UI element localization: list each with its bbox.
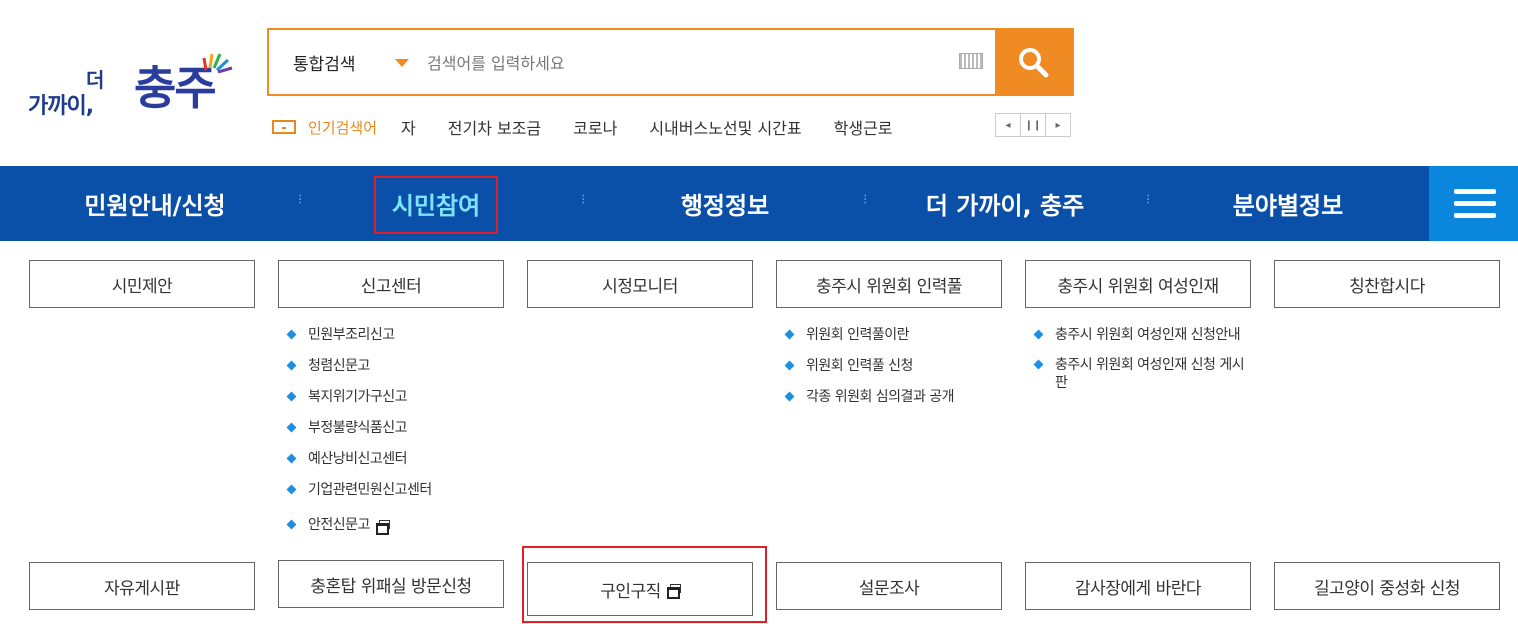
- submenu-cat-neutering[interactable]: 길고양이 중성화 신청: [1274, 562, 1500, 610]
- nav-item-admin[interactable]: 행정정보: [610, 166, 840, 241]
- submenu-report-center[interactable]: 신고센터: [278, 260, 504, 308]
- list-item[interactable]: 민원부조리신고: [286, 326, 506, 344]
- nav-separator: ⁝: [298, 192, 303, 208]
- committee-women-list: 충주시 위원회 여성인재 신청안내 충주시 위원회 여성인재 신청 게시판: [1033, 326, 1245, 405]
- search-button[interactable]: [995, 30, 1072, 94]
- popular-keywords: 인기검색어 자 전기차 보조금 코로나 시내버스노선및 시간표 학생근로: [272, 114, 925, 140]
- active-highlight: [374, 176, 498, 234]
- list-item[interactable]: 충주시 위원회 여성인재 신청 게시판: [1033, 356, 1245, 392]
- bullet-icon: [784, 329, 795, 340]
- report-center-list: 민원부조리신고 청렴신문고 복지위기가구신고 부정불량식품신고 예산낭비신고센터…: [286, 326, 506, 547]
- list-item[interactable]: 복지위기가구신고: [286, 388, 506, 406]
- list-item[interactable]: 충주시 위원회 여성인재 신청안내: [1033, 326, 1245, 344]
- nav-separator: ⁝: [1146, 192, 1151, 208]
- jobs-highlight: [522, 546, 767, 623]
- prev-icon[interactable]: ◂: [996, 114, 1021, 136]
- bullet-icon: [286, 484, 297, 495]
- search-input[interactable]: [427, 46, 947, 80]
- popular-keyword[interactable]: 코로나: [573, 115, 617, 139]
- pause-icon[interactable]: ❙❙: [1021, 114, 1046, 136]
- submenu-monitor[interactable]: 시정모니터: [527, 260, 753, 308]
- list-item[interactable]: 각종 위원회 심의결과 공개: [784, 388, 1004, 406]
- popular-keyword[interactable]: 학생근로: [834, 115, 893, 139]
- bullet-icon: [784, 360, 795, 371]
- bullet-icon: [784, 391, 795, 402]
- nav-separator: ⁝: [581, 192, 586, 208]
- bullet-icon: [286, 453, 297, 464]
- nav-separator: ⁝: [863, 192, 868, 208]
- submenu-survey[interactable]: 설문조사: [776, 562, 1002, 610]
- popular-keyword[interactable]: 시내버스노선및 시간표: [649, 115, 801, 139]
- list-item[interactable]: 예산낭비신고센터: [286, 450, 506, 468]
- bullet-icon: [286, 360, 297, 371]
- list-item[interactable]: 청렴신문고: [286, 357, 506, 375]
- popular-tag-icon: [272, 120, 296, 134]
- list-item[interactable]: 위원회 인력풀이란: [784, 326, 1004, 344]
- bullet-icon: [286, 519, 297, 530]
- site-logo[interactable]: 가까이, 더 충주: [28, 40, 233, 130]
- bullet-icon: [286, 329, 297, 340]
- submenu-free-board[interactable]: 자유게시판: [29, 562, 255, 610]
- search-icon: [1019, 48, 1049, 78]
- new-window-icon: [375, 519, 390, 535]
- submenu-committee-women[interactable]: 충주시 위원회 여성인재: [1025, 260, 1251, 308]
- nav-item-closer[interactable]: 더 가까이, 충주: [890, 166, 1120, 241]
- submenu-audit[interactable]: 감사장에게 바란다: [1025, 562, 1251, 610]
- hamburger-menu-button[interactable]: [1429, 166, 1518, 241]
- submenu-committee-pool[interactable]: 충주시 위원회 인력풀: [776, 260, 1002, 308]
- bullet-icon: [1033, 329, 1044, 340]
- bullet-icon: [286, 422, 297, 433]
- hamburger-icon: [1454, 213, 1496, 218]
- rolling-controls: ◂ ❙❙ ▸: [995, 113, 1071, 137]
- nav-item-civil[interactable]: 민원안내/신청: [40, 166, 270, 241]
- list-item[interactable]: 안전신문고: [286, 516, 506, 535]
- logo-text-small: 가까이,: [28, 94, 94, 119]
- submenu-memorial-visit[interactable]: 충혼탑 위패실 방문신청: [278, 560, 504, 608]
- list-item[interactable]: 부정불량식품신고: [286, 419, 506, 437]
- list-item[interactable]: 위원회 인력풀 신청: [784, 357, 1004, 375]
- nav-item-field[interactable]: 분야별정보: [1172, 166, 1404, 241]
- hamburger-icon: [1454, 201, 1496, 206]
- search-box: 통합검색: [267, 28, 1074, 96]
- logo-rays-icon: [202, 53, 233, 74]
- logo-text-deo: 더: [86, 68, 105, 92]
- popular-keyword[interactable]: 전기차 보조금: [448, 115, 541, 139]
- keyboard-icon[interactable]: [959, 53, 983, 69]
- committee-pool-list: 위원회 인력풀이란 위원회 인력풀 신청 각종 위원회 심의결과 공개: [784, 326, 1004, 419]
- bullet-icon: [286, 391, 297, 402]
- submenu-proposal[interactable]: 시민제안: [29, 260, 255, 308]
- popular-title: 인기검색어: [308, 118, 378, 137]
- chevron-down-icon[interactable]: [395, 59, 409, 67]
- next-icon[interactable]: ▸: [1046, 114, 1070, 136]
- search-scope-select[interactable]: 통합검색: [293, 50, 356, 75]
- bullet-icon: [1033, 359, 1044, 370]
- popular-keyword[interactable]: 자: [401, 115, 416, 139]
- hamburger-icon: [1454, 189, 1496, 194]
- list-item[interactable]: 기업관련민원신고센터: [286, 481, 506, 499]
- main-nav: 민원안내/신청 ⁝ 시민참여 ⁝ 행정정보 ⁝ 더 가까이, 충주 ⁝ 분야별정…: [0, 166, 1518, 241]
- submenu-praise[interactable]: 칭찬합시다: [1274, 260, 1500, 308]
